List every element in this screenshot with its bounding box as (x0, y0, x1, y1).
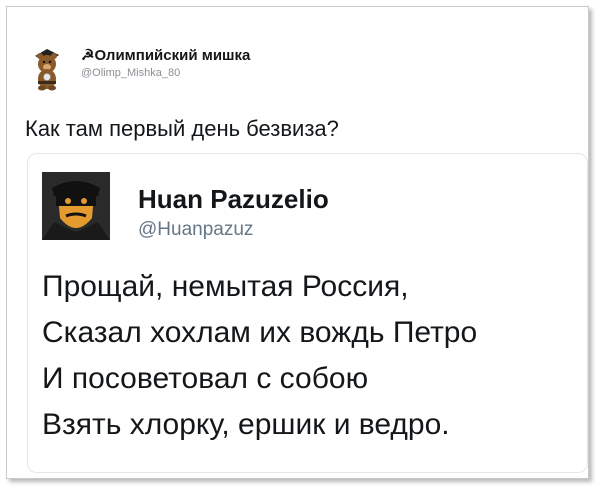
poem-line: Взять хлорку, ершик и ведро. (42, 408, 450, 441)
quoted-tweet-card[interactable]: Huan Pazuzelio @Huanpazuz Прощай, немыта… (27, 153, 588, 473)
masked-face-avatar-icon (42, 172, 110, 240)
tweet-text: Как там первый день безвиза? (25, 116, 339, 141)
author-handle[interactable]: @Olimp_Mishka_80 (81, 66, 250, 80)
quote-author-block: Huan Pazuzelio @Huanpazuz (138, 184, 329, 242)
quote-author-handle[interactable]: @Huanpazuz (138, 218, 329, 242)
tweet-screenshot-frame: ☭Олимпийский мишка @Olimp_Mishka_80 Как … (6, 6, 589, 479)
quote-author-avatar[interactable] (42, 172, 110, 240)
poem-line: Прощай, немытая Россия, (42, 270, 409, 303)
bear-mascot-avatar-icon (23, 43, 71, 91)
quote-author-name[interactable]: Huan Pazuzelio (138, 184, 329, 214)
author-avatar[interactable] (23, 43, 71, 91)
author-name: Олимпийский мишка (94, 47, 251, 64)
hammer-sickle-icon: ☭ (81, 47, 95, 64)
quoted-tweet-text: Прощай, немытая Россия, Сказал хохлам их… (42, 264, 477, 448)
author-block: ☭Олимпийский мишка @Olimp_Mishka_80 (81, 47, 250, 80)
poem-line: И посоветовал с собою (42, 362, 369, 395)
poem-line: Сказал хохлам их вождь Петро (42, 316, 478, 349)
